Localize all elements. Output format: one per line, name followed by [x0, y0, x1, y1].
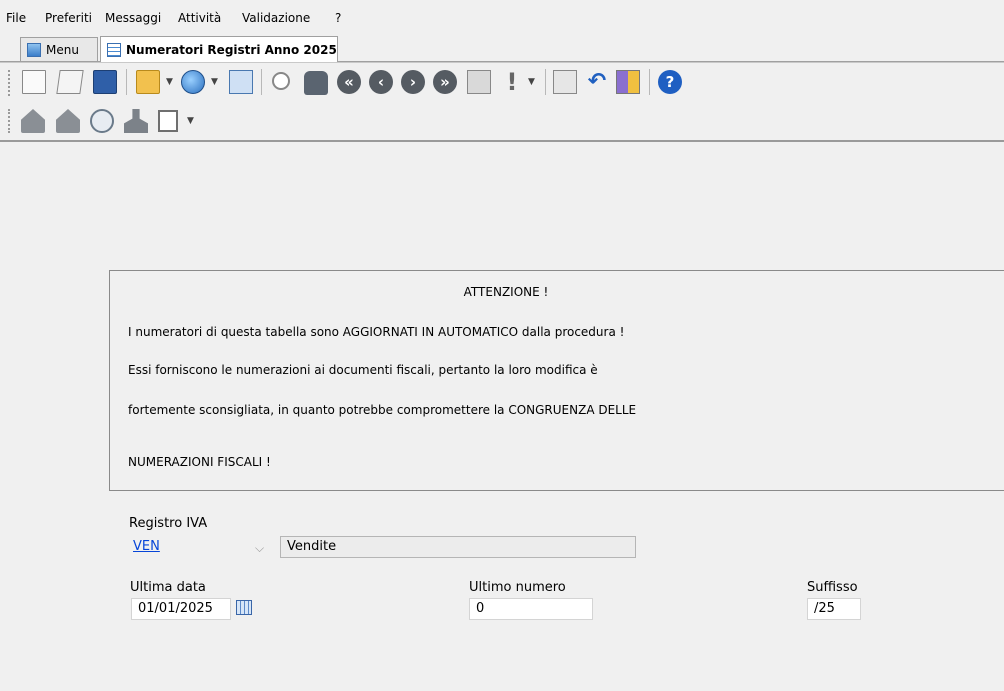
chevron-down-icon[interactable]: ⌵: [255, 541, 264, 556]
first-record-icon[interactable]: «: [337, 70, 361, 94]
ultima-data-field[interactable]: 01/01/2025: [131, 598, 231, 620]
menu-bar: File Preferiti Messaggi Attività Validaz…: [0, 0, 1004, 30]
last-record-icon[interactable]: »: [433, 70, 457, 94]
suffisso-label: Suffisso: [807, 580, 858, 595]
binoculars-icon[interactable]: [304, 71, 328, 95]
gift-icon[interactable]: [616, 70, 640, 94]
notice-line-1: I numeratori di questa tabella sono AGGI…: [128, 325, 625, 339]
open-folder-icon[interactable]: [136, 70, 160, 94]
warning-notice: ATTENZIONE ! I numeratori di questa tabe…: [109, 270, 1004, 491]
toolbar-grip[interactable]: [8, 109, 14, 133]
menu-tab-icon: [27, 42, 41, 57]
ultimo-numero-field[interactable]: 0: [469, 598, 593, 620]
toolbar-separator: [545, 69, 546, 95]
globe-icon[interactable]: [181, 70, 205, 94]
toolbar-separator: [649, 69, 650, 95]
registro-description-field: Vendite: [280, 536, 636, 558]
save-icon[interactable]: [93, 70, 117, 94]
registro-code-link[interactable]: VEN: [133, 539, 160, 554]
notice-title: ATTENZIONE !: [463, 285, 549, 299]
search-icon[interactable]: [272, 72, 290, 90]
compass-icon[interactable]: [90, 109, 114, 133]
secondary-toolbar: ▼: [0, 103, 1004, 140]
suffisso-field[interactable]: /25: [807, 598, 861, 620]
new-document-icon[interactable]: [22, 70, 46, 94]
previous-record-icon[interactable]: ‹: [369, 70, 393, 94]
tab-menu-label: Menu: [46, 42, 79, 57]
tab-numeratori-registri[interactable]: Numeratori Registri Anno 2025: [100, 36, 338, 62]
house-alt-icon[interactable]: [56, 109, 80, 133]
toolbar-grip[interactable]: [8, 70, 14, 96]
menu-preferiti[interactable]: Preferiti: [45, 11, 92, 25]
tab-menu[interactable]: Menu: [20, 37, 98, 61]
notice-line-3: fortemente sconsigliata, in quanto potre…: [128, 403, 637, 417]
person-icon[interactable]: [124, 109, 148, 133]
toolbar-separator: [126, 69, 127, 95]
menu-attivita[interactable]: Attività: [178, 11, 221, 25]
notice-line-4: NUMERAZIONI FISCALI !: [128, 455, 271, 469]
globe-dropdown-icon[interactable]: ▼: [211, 77, 218, 87]
clipboard-icon[interactable]: [467, 70, 491, 94]
copy-document-icon[interactable]: [56, 70, 84, 94]
ultimo-numero-label: Ultimo numero: [469, 580, 566, 595]
table-tab-icon: [107, 42, 121, 57]
calendar-icon[interactable]: [236, 600, 252, 615]
toolbar-separator: [261, 69, 262, 95]
menu-messaggi[interactable]: Messaggi: [105, 11, 161, 25]
menu-validazione[interactable]: Validazione: [242, 11, 310, 25]
form-icon[interactable]: [158, 110, 178, 132]
main-toolbar: ▼ ▼ « ‹ › » ! ▼ ↶ ?: [0, 62, 1004, 103]
form-dropdown-icon[interactable]: ▼: [187, 116, 194, 126]
sheet-settings-icon[interactable]: [229, 70, 253, 94]
menu-file[interactable]: File: [6, 11, 26, 25]
help-icon[interactable]: ?: [658, 70, 682, 94]
envelope-icon[interactable]: [553, 70, 577, 94]
exclamation-dropdown-icon[interactable]: ▼: [528, 77, 535, 87]
menu-help[interactable]: ?: [335, 11, 341, 25]
next-record-icon[interactable]: ›: [401, 70, 425, 94]
ultima-data-label: Ultima data: [130, 580, 206, 595]
house-icon[interactable]: [21, 109, 45, 133]
folder-dropdown-icon[interactable]: ▼: [166, 77, 173, 87]
exclamation-icon[interactable]: !: [500, 70, 524, 94]
tab-numeratori-label: Numeratori Registri Anno 2025: [126, 42, 337, 57]
registro-iva-label: Registro IVA: [129, 516, 208, 531]
undo-icon[interactable]: ↶: [585, 70, 609, 94]
notice-line-2: Essi forniscono le numerazioni ai docume…: [128, 363, 598, 377]
